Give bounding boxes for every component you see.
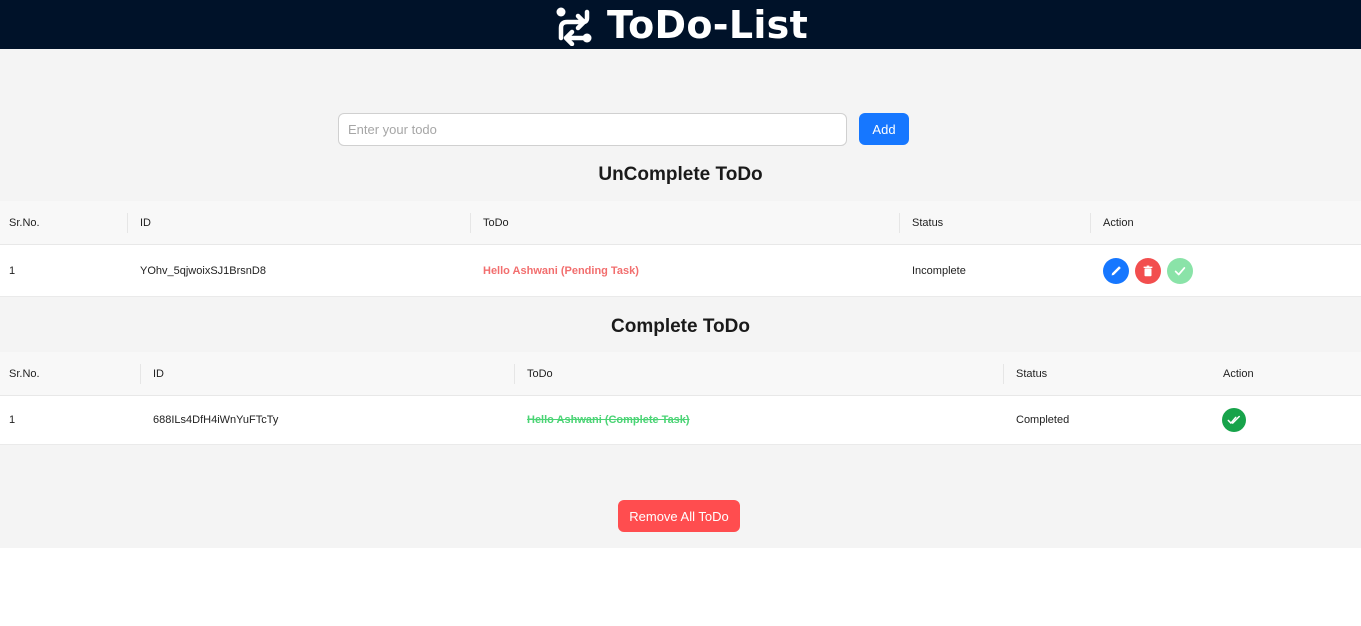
row-srno: 1: [9, 414, 16, 426]
table-header: Sr.No. ID ToDo Status Action: [0, 352, 1361, 396]
column-header-srno: Sr.No.: [9, 367, 40, 380]
table-row: 1 YOhv_5qjwoixSJ1BrsnD8 Hello Ashwani (P…: [0, 245, 1361, 297]
swap-arrows-icon: [556, 7, 592, 46]
row-srno: 1: [9, 264, 16, 277]
app-header: ToDo-List: [0, 0, 1361, 49]
remove-all-button[interactable]: Remove All ToDo: [618, 500, 740, 532]
column-header-status: Status: [1016, 367, 1048, 380]
row-status: Incomplete: [912, 264, 966, 277]
edit-button[interactable]: [1103, 257, 1129, 284]
column-header-action: Action: [1223, 367, 1254, 380]
uncomplete-table: Sr.No. ID ToDo Status Action 1 YOhv_5qjw…: [0, 201, 1361, 297]
add-button[interactable]: Add: [859, 113, 909, 145]
column-header-srno: Sr.No.: [9, 216, 40, 229]
pencil-icon: [1111, 265, 1121, 275]
row-actions: [1103, 245, 1199, 296]
check-icon: [1174, 266, 1186, 275]
row-id: 688ILs4DfH4iWnYuFTcTy: [153, 414, 279, 426]
row-id: YOhv_5qjwoixSJ1BrsnD8: [140, 264, 266, 277]
row-todo-text: Hello Ashwani (Complete Task): [527, 414, 690, 426]
column-header-todo: ToDo: [483, 216, 509, 229]
row-actions: [1222, 396, 1252, 444]
trash-icon: [1143, 265, 1153, 276]
delete-button[interactable]: [1135, 257, 1161, 284]
column-header-todo: ToDo: [527, 367, 553, 380]
completed-status-button[interactable]: [1222, 408, 1246, 432]
row-todo-text: Hello Ashwani (Pending Task): [483, 264, 639, 277]
column-header-id: ID: [153, 367, 164, 380]
todo-input[interactable]: [338, 113, 847, 146]
double-check-icon: [1227, 415, 1240, 424]
complete-section-title: Complete ToDo: [611, 316, 750, 337]
table-header: Sr.No. ID ToDo Status Action: [0, 201, 1361, 245]
mark-complete-button[interactable]: [1167, 257, 1193, 284]
column-header-id: ID: [140, 216, 151, 229]
complete-table: Sr.No. ID ToDo Status Action 1 688ILs4Df…: [0, 352, 1361, 445]
column-header-action: Action: [1103, 216, 1134, 229]
row-status: Completed: [1016, 414, 1070, 426]
column-header-status: Status: [912, 216, 944, 229]
app-title: ToDo-List: [606, 2, 809, 47]
table-row: 1 688ILs4DfH4iWnYuFTcTy Hello Ashwani (C…: [0, 396, 1361, 445]
uncomplete-section-title: UnComplete ToDo: [598, 164, 763, 185]
